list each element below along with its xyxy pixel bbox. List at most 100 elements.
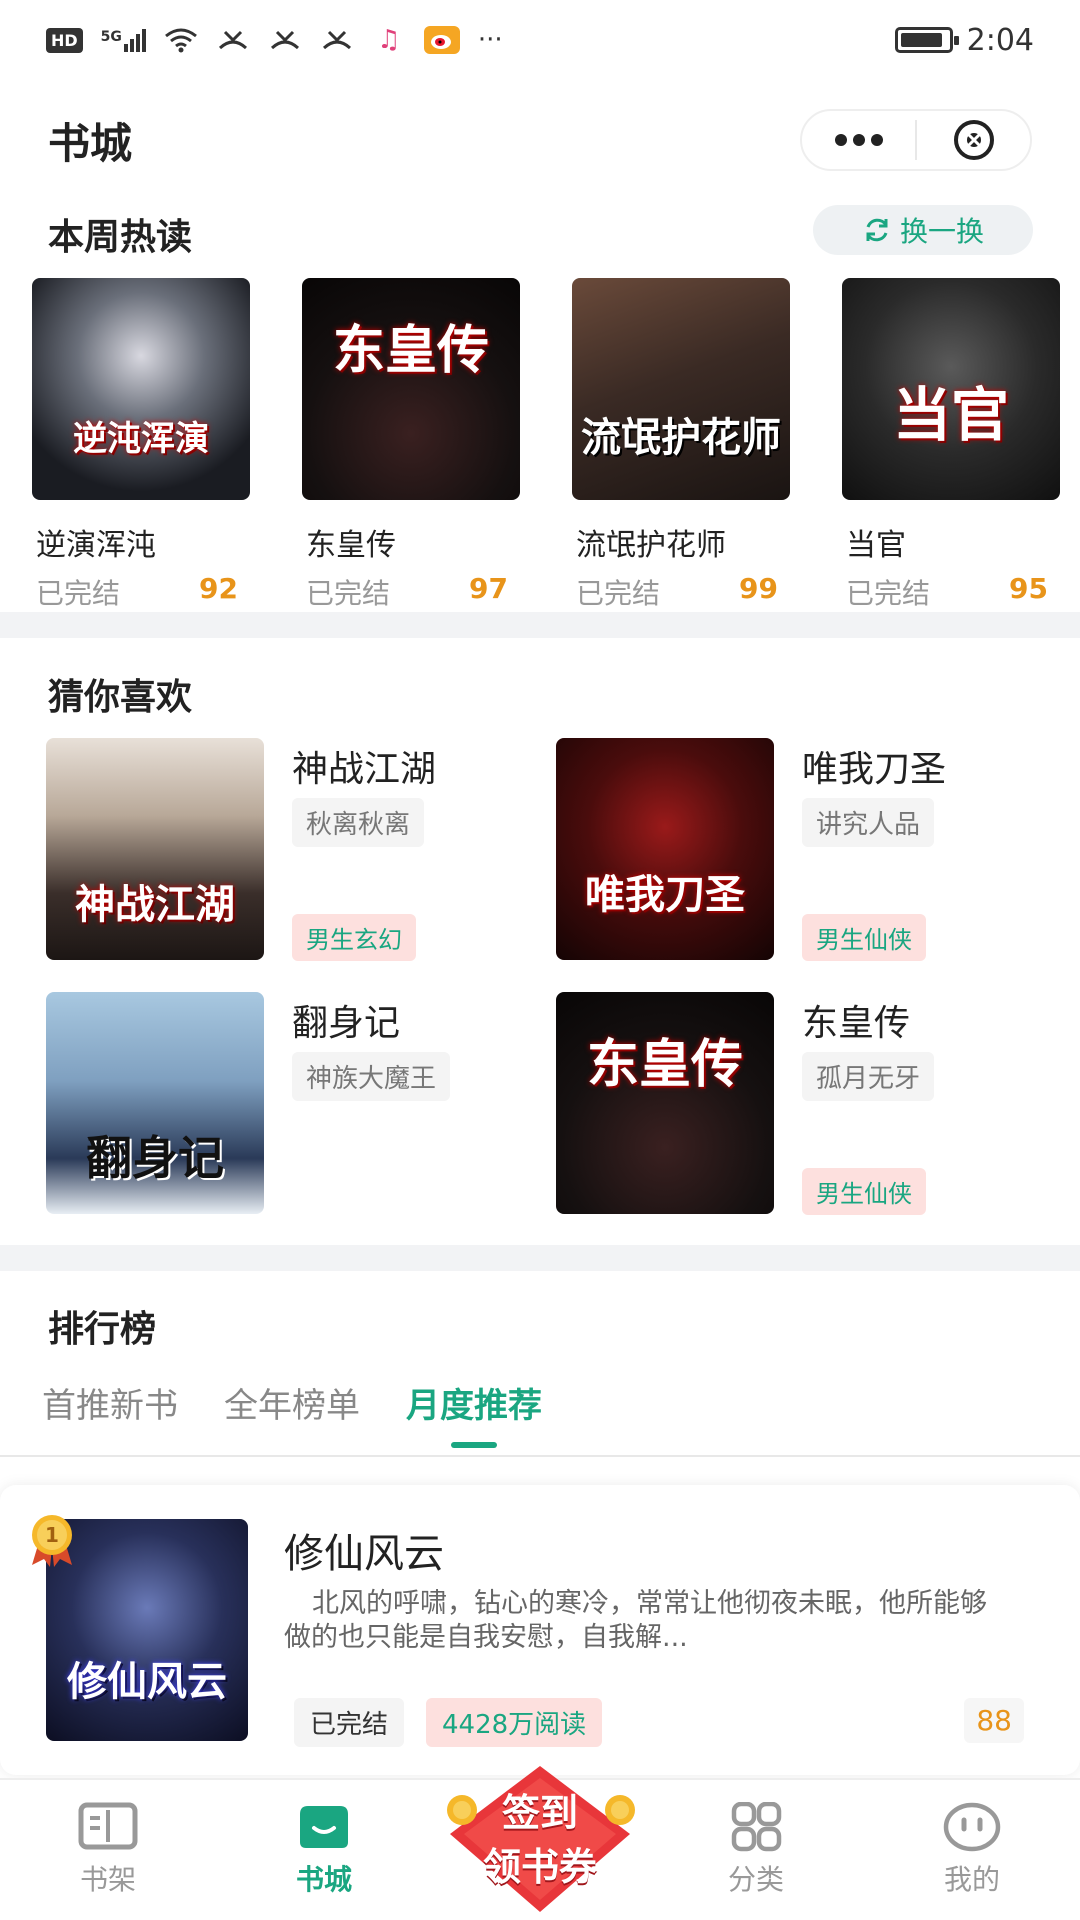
book-name: 流氓护花师 xyxy=(576,528,726,563)
book-score: 95 xyxy=(1009,572,1048,605)
book-status: 已完结 xyxy=(294,1698,405,1747)
cover-title-art: 当官 xyxy=(892,381,1009,449)
tab-label: 全年榜单 xyxy=(224,1386,360,1426)
cover-title-art: 翻身记 xyxy=(86,1131,224,1185)
ranking-section-title: 排行榜 xyxy=(48,1309,157,1350)
book-author: 神族大魔王 xyxy=(292,1052,451,1101)
hot-book-item[interactable]: 东皇传 东皇传 已完结 97 xyxy=(302,278,520,612)
book-cover: 东皇传 xyxy=(556,992,774,1214)
network-label: 5G xyxy=(100,28,122,45)
tabs-divider xyxy=(0,1455,1080,1457)
cover-title-art: 神战江湖 xyxy=(75,881,235,928)
refresh-icon xyxy=(866,218,888,242)
rank-medal-icon: 1 xyxy=(24,1511,80,1567)
genre-tag: 男生玄幻 xyxy=(292,914,416,961)
nav-label: 书城 xyxy=(295,1863,352,1896)
refresh-button[interactable]: 换一换 xyxy=(813,205,1033,255)
book-author: 秋离秋离 xyxy=(292,798,425,847)
nav-label: 我的 xyxy=(943,1863,1000,1896)
weibo-icon xyxy=(423,26,460,54)
tab-new-books[interactable]: 首推新书 xyxy=(42,1378,178,1448)
book-author: 孤月无牙 xyxy=(802,1052,935,1101)
wifi-icon xyxy=(164,27,198,53)
nav-label: 书架 xyxy=(79,1863,136,1896)
book-score: 99 xyxy=(739,572,778,605)
book-status: 已完结 xyxy=(36,577,121,610)
close-circle-icon xyxy=(953,120,994,160)
mini-program-capsule xyxy=(800,109,1032,171)
more-notifications: ··· xyxy=(477,25,503,55)
book-cover: 当官 xyxy=(842,278,1060,500)
book-cover: 逆沌浑演 xyxy=(32,278,250,500)
book-cover: 神战江湖 xyxy=(46,738,264,960)
nav-label: 分类 xyxy=(727,1863,784,1896)
book-score: 92 xyxy=(199,572,238,605)
medal-rank: 1 xyxy=(45,1523,59,1547)
active-tab-indicator xyxy=(451,1442,497,1448)
cover-title-art: 逆沌浑演 xyxy=(73,419,209,459)
book-score: 97 xyxy=(469,572,508,605)
section-divider xyxy=(0,1245,1080,1271)
book-cover: 流氓护花师 xyxy=(572,278,790,500)
hot-section-title: 本周热读 xyxy=(48,217,193,258)
book-title: 神战江湖 xyxy=(292,749,437,790)
book-title: 修仙风云 xyxy=(284,1531,444,1577)
book-title: 翻身记 xyxy=(292,1003,401,1044)
cover-title-art: 东皇传 xyxy=(332,320,489,381)
hot-book-item[interactable]: 当官 当官 已完结 95 xyxy=(842,278,1060,612)
page-title: 书城 xyxy=(48,118,133,168)
missed-call-icon xyxy=(216,27,250,53)
cover-title-art: 修仙风云 xyxy=(67,1658,227,1705)
read-count-badge: 4428万阅读 xyxy=(426,1698,603,1747)
battery-fill xyxy=(900,33,942,47)
hd-badge: HD xyxy=(46,27,83,53)
close-button[interactable] xyxy=(917,111,1030,169)
missed-call-icon xyxy=(320,27,354,53)
ranking-tabs: 首推新书 全年榜单 月度推荐 xyxy=(42,1378,542,1448)
cover-title-art: 东皇传 xyxy=(586,1034,743,1095)
section-divider xyxy=(0,612,1080,638)
book-author: 讲究人品 xyxy=(802,798,935,847)
guess-section-title: 猜你喜欢 xyxy=(48,677,193,718)
tab-monthly-picks[interactable]: 月度推荐 xyxy=(406,1378,542,1448)
nav-bookshelf[interactable]: 书架 xyxy=(0,1780,216,1920)
battery-icon xyxy=(894,27,959,53)
guess-book-item[interactable]: 唯我刀圣 唯我刀圣 讲究人品 男生仙侠 xyxy=(556,738,1036,961)
more-dots-icon xyxy=(834,134,883,146)
book-status: 已完结 xyxy=(846,577,931,610)
ranking-top-item[interactable]: 修仙风云 1 修仙风云 北风的呼啸，钻心的寒冷，常常让他彻夜未眠，他所能够做的也… xyxy=(0,1485,1080,1775)
profile-icon xyxy=(943,1802,1001,1852)
missed-call-icon xyxy=(268,27,302,53)
signin-coupon-button[interactable]: 签到 领书券 xyxy=(440,1764,640,1914)
cover-title-art: 唯我刀圣 xyxy=(585,871,745,918)
nav-profile[interactable]: 我的 xyxy=(864,1780,1080,1920)
guess-book-item[interactable]: 翻身记 翻身记 神族大魔王 xyxy=(46,992,526,1214)
refresh-label: 换一换 xyxy=(899,215,984,248)
grid-icon xyxy=(731,1802,782,1852)
nav-category[interactable]: 分类 xyxy=(648,1780,864,1920)
coupon-label: 领书券 xyxy=(482,1845,597,1889)
signal-icon: 5G xyxy=(100,28,146,52)
status-bar: HD 5G ♫ ··· 2:04 xyxy=(0,0,1080,80)
hot-book-item[interactable]: 逆沌浑演 逆演浑沌 已完结 92 xyxy=(32,278,250,612)
genre-tag: 男生仙侠 xyxy=(802,1168,926,1215)
book-title: 东皇传 xyxy=(802,1003,911,1044)
music-icon: ♫ xyxy=(377,25,401,55)
tab-label: 月度推荐 xyxy=(406,1386,542,1426)
genre-tag: 男生仙侠 xyxy=(802,914,926,961)
nav-bookstore[interactable]: 书城 xyxy=(216,1780,432,1920)
hot-book-item[interactable]: 流氓护花师 流氓护花师 已完结 99 xyxy=(572,278,790,612)
book-title: 唯我刀圣 xyxy=(802,749,947,790)
tab-yearly-chart[interactable]: 全年榜单 xyxy=(224,1378,360,1448)
book-score: 88 xyxy=(964,1698,1024,1743)
book-status: 已完结 xyxy=(306,577,391,610)
signin-label: 签到 xyxy=(501,1791,578,1835)
guess-book-item[interactable]: 神战江湖 神战江湖 秋离秋离 男生玄幻 xyxy=(46,738,526,961)
guess-book-item[interactable]: 东皇传 东皇传 孤月无牙 男生仙侠 xyxy=(556,992,1036,1215)
more-button[interactable] xyxy=(802,111,915,169)
cover-title-art: 流氓护花师 xyxy=(581,414,781,461)
app-header: 书城 xyxy=(0,80,1080,200)
book-status: 已完结 xyxy=(576,577,661,610)
book-name: 东皇传 xyxy=(306,528,396,563)
book-cover: 唯我刀圣 xyxy=(556,738,774,960)
